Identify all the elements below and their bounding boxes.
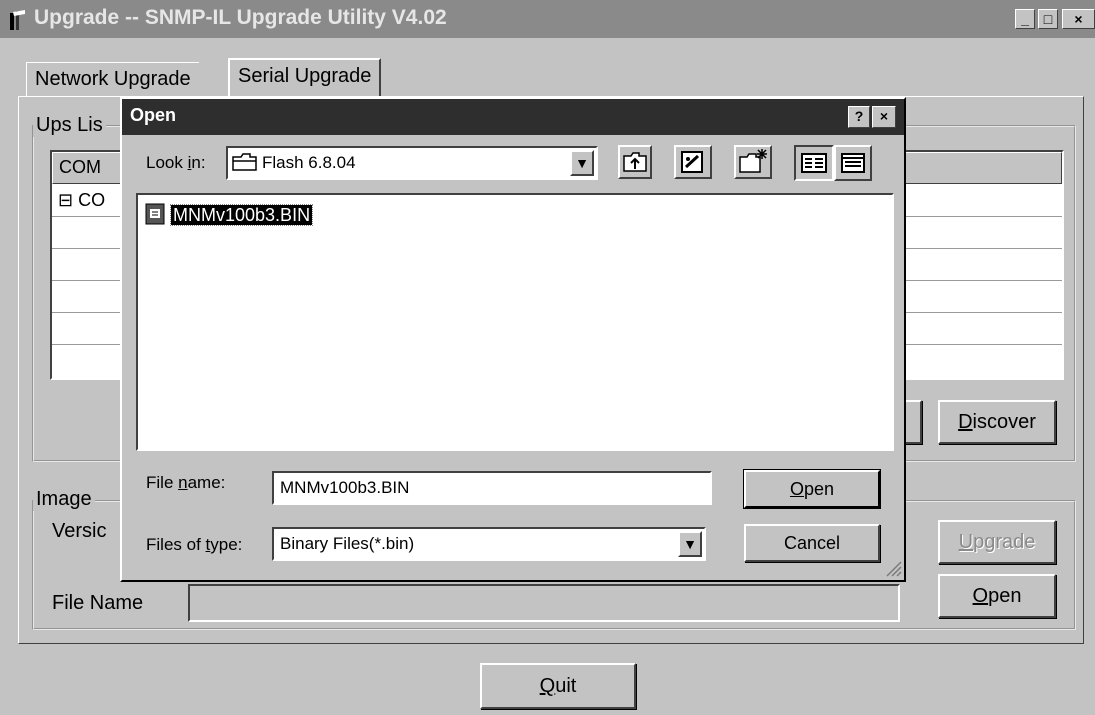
new-folder-button[interactable] xyxy=(734,145,772,179)
file-list[interactable]: MNMv100b3.BIN xyxy=(136,193,894,451)
dialog-cancel-button[interactable]: Cancel xyxy=(744,524,880,562)
open-dialog: Open ? × Look in: Flash 6.8.04 ▼ MNMv100… xyxy=(120,97,906,582)
file-name-label: File name: xyxy=(146,473,225,493)
maximize-button[interactable]: □ xyxy=(1038,9,1058,29)
open-button[interactable]: Open xyxy=(938,574,1056,618)
ups-list-group-label: Ups Lis xyxy=(33,114,106,137)
port-icon: ⊟ xyxy=(58,190,74,210)
dialog-title: Open xyxy=(130,105,177,125)
upgrade-button[interactable]: Upgrade xyxy=(938,520,1056,564)
new-folder-icon xyxy=(739,149,767,173)
quit-button-mnemonic: Q xyxy=(539,675,556,697)
dialog-open-label: pen xyxy=(803,479,835,499)
quit-button[interactable]: Quit xyxy=(480,663,636,709)
window-title: Upgrade -- SNMP-IL Upgrade Utility V4.02 xyxy=(34,6,447,29)
file-name-label-pre: File xyxy=(146,473,179,492)
desktop-icon xyxy=(681,151,703,173)
size-grip-icon[interactable] xyxy=(884,559,902,577)
discover-button-label: iscover xyxy=(972,411,1036,433)
file-list-item-label: MNMv100b3.BIN xyxy=(170,204,314,227)
image-group-label: Image xyxy=(33,488,95,511)
title-bar: Upgrade -- SNMP-IL Upgrade Utility V4.02… xyxy=(0,0,1095,38)
folder-icon xyxy=(232,152,258,177)
up-folder-icon xyxy=(623,152,647,172)
look-in-value: Flash 6.8.04 xyxy=(262,153,356,172)
file-name-label: File Name xyxy=(52,592,144,614)
file-name-label-mnemonic: n xyxy=(178,473,188,492)
help-button[interactable]: ? xyxy=(848,106,870,128)
list-item[interactable]: ⊟ CO xyxy=(58,190,105,211)
upgrade-button-mnemonic: U xyxy=(958,531,974,553)
up-folder-button[interactable] xyxy=(618,145,652,179)
open-button-mnemonic: O xyxy=(972,585,989,607)
version-label: Versic xyxy=(52,520,107,542)
file-name-input[interactable]: MNMv100b3.BIN xyxy=(272,471,712,505)
open-button-label: pen xyxy=(988,585,1022,607)
discover-button[interactable]: Discover xyxy=(938,400,1056,444)
file-name-field xyxy=(188,584,900,622)
files-of-type-label-post: ype: xyxy=(210,535,243,554)
look-in-dropdown-icon[interactable]: ▼ xyxy=(570,150,594,176)
dialog-open-mnemonic: O xyxy=(789,479,804,499)
look-in-label-pre: Look xyxy=(146,153,188,172)
tab-network-upgrade[interactable]: Network Upgrade xyxy=(26,62,199,96)
dialog-open-button[interactable]: Open xyxy=(743,469,881,509)
list-view-button[interactable] xyxy=(794,145,834,181)
file-icon xyxy=(144,203,166,230)
list-view-icon xyxy=(801,153,827,173)
close-button[interactable]: × xyxy=(1062,9,1095,29)
details-view-button[interactable] xyxy=(834,145,872,181)
look-in-combo[interactable]: Flash 6.8.04 ▼ xyxy=(226,146,598,180)
dialog-close-button[interactable]: × xyxy=(872,106,896,128)
quit-button-label: uit xyxy=(555,675,577,697)
files-of-type-label: Files of type: xyxy=(146,535,242,555)
files-of-type-label-pre: Files of xyxy=(146,535,206,554)
upgrade-button-label: pgrade xyxy=(973,531,1036,553)
files-of-type-select[interactable]: Binary Files(*.bin) ▼ xyxy=(272,527,706,561)
list-item-label: CO xyxy=(78,190,106,210)
details-view-icon xyxy=(841,153,865,173)
files-of-type-value: Binary Files(*.bin) xyxy=(280,534,415,553)
discover-button-mnemonic: D xyxy=(958,411,973,433)
app-icon xyxy=(8,9,28,31)
desktop-button[interactable] xyxy=(674,145,712,179)
tab-serial-upgrade[interactable]: Serial Upgrade xyxy=(228,58,382,96)
look-in-label: Look in: xyxy=(146,153,206,173)
file-name-label-post: ame: xyxy=(187,473,226,492)
file-list-item[interactable]: MNMv100b3.BIN xyxy=(144,203,314,230)
column-header-com-label: COM xyxy=(59,157,101,177)
look-in-label-post: n: xyxy=(191,153,206,172)
files-of-type-dropdown-icon[interactable]: ▼ xyxy=(678,531,702,557)
dialog-title-bar: Open ? × xyxy=(122,99,904,135)
minimize-button[interactable]: _ xyxy=(1015,9,1035,29)
